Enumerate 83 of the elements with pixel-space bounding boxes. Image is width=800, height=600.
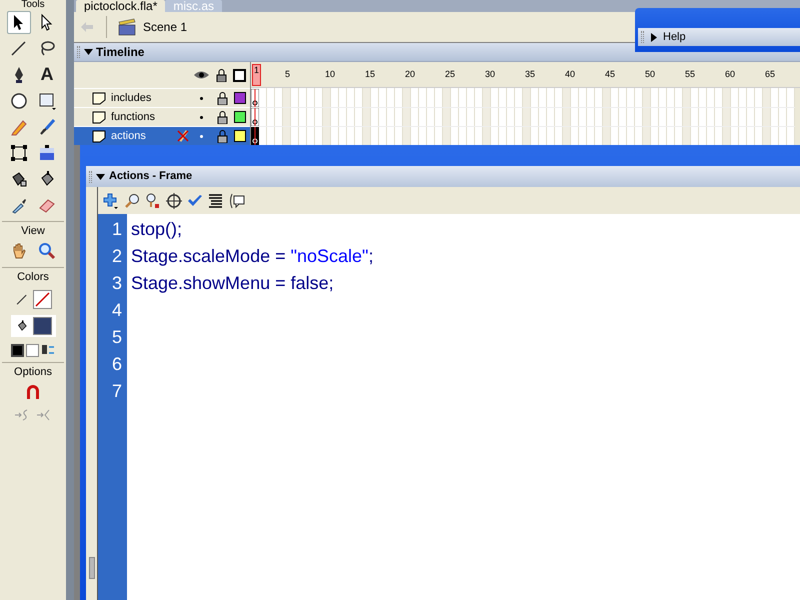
lock-icon[interactable] (217, 92, 228, 104)
layer-page-icon (92, 110, 106, 124)
panel-title: Timeline (96, 44, 144, 61)
frame-number: 5 (285, 69, 290, 79)
panel-title: Tools (21, 0, 45, 10)
gradient-square-icon (37, 142, 57, 162)
stroke-color-swatch[interactable] (32, 290, 52, 309)
code-editor[interactable]: 1 2 3 4 5 6 7 stop(); Stage.scaleMode = "noScale"; Stage.showMenu = false; (98, 214, 800, 600)
expand-triangle-icon[interactable] (650, 32, 658, 42)
line-number: 1 (112, 218, 122, 241)
frame-number: 50 (645, 69, 656, 79)
section-label: View (21, 225, 45, 238)
find-icon[interactable] (124, 193, 140, 209)
layer-color-swatch[interactable] (234, 92, 246, 104)
panel-title: Help (663, 30, 686, 45)
line-number: 6 (112, 353, 122, 376)
frame-number: 45 (605, 69, 616, 79)
layer-color-swatch[interactable] (234, 130, 246, 142)
frame-number: 10 (325, 69, 336, 79)
code-text: ; (368, 245, 374, 268)
code-text: stop(); (131, 218, 182, 241)
line-number: 3 (112, 272, 122, 295)
frame-number: 60 (725, 69, 736, 79)
tool-button[interactable]: A (35, 63, 59, 86)
frame-number: 40 (565, 69, 576, 79)
magnifier-icon (37, 241, 57, 261)
frame-number: 65 (765, 69, 776, 79)
layer-row[interactable]: includes (74, 88, 250, 107)
circle-icon (9, 90, 29, 110)
no-color-button[interactable] (26, 344, 39, 356)
frame-number: 15 (365, 69, 376, 79)
swap-colors-icon[interactable] (41, 343, 55, 357)
lock-icon[interactable] (217, 130, 228, 142)
layer-name: functions (111, 110, 156, 125)
section-label: Options (14, 366, 52, 379)
layer-name: includes (111, 90, 152, 106)
code-string: "noScale" (290, 245, 368, 268)
keyframe[interactable] (251, 108, 259, 126)
rectangle-icon (37, 90, 57, 110)
lock-icon[interactable] (217, 110, 228, 124)
code-hint-icon[interactable] (228, 193, 245, 209)
layer-color-swatch[interactable] (234, 111, 246, 123)
default-colors-button[interactable] (11, 344, 24, 356)
frame-number: 25 (445, 69, 456, 79)
layer-name: actions (111, 128, 147, 144)
keyframe[interactable] (251, 89, 259, 107)
keyframe[interactable] (251, 127, 259, 145)
eye-icon[interactable] (193, 70, 210, 80)
no-color-slash-icon (34, 291, 50, 308)
add-plus-icon[interactable] (102, 192, 119, 210)
document-tab[interactable]: pictoclock.fla* (76, 0, 166, 12)
layer-row[interactable]: functions (74, 107, 250, 126)
frame-number: 30 (485, 69, 496, 79)
playhead[interactable]: 1 (252, 64, 262, 86)
frame-number: 55 (685, 69, 696, 79)
code-text: Stage.showMenu = false; (131, 272, 334, 295)
layer-page-icon (92, 130, 106, 142)
format-lines-icon[interactable] (208, 193, 223, 209)
magnet-icon[interactable] (24, 383, 42, 401)
replace-icon[interactable] (145, 193, 161, 209)
outline-square-icon[interactable] (233, 68, 246, 82)
collapse-triangle-icon[interactable] (84, 48, 93, 56)
line-number: 2 (112, 245, 122, 268)
checkmark-icon[interactable] (187, 194, 203, 208)
layer-page-icon (92, 92, 106, 104)
code-text: Stage.scaleMode = (131, 245, 287, 268)
collapse-triangle-icon[interactable] (96, 172, 105, 180)
frame-number: 20 (405, 69, 416, 79)
line-number: 4 (112, 299, 122, 322)
lock-icon[interactable] (216, 68, 227, 82)
frame-number: 35 (525, 69, 536, 79)
panel-title: Actions - Frame (109, 169, 192, 184)
section-label: Colors (17, 271, 49, 284)
transform-icon (9, 142, 29, 162)
layer-row[interactable]: actions (74, 126, 250, 145)
line-number: 7 (112, 380, 122, 403)
line-number: 5 (112, 326, 122, 349)
clapperboard-icon (117, 18, 137, 36)
collapse-handle[interactable] (89, 557, 95, 579)
scene-label: Scene 1 (143, 19, 188, 36)
fill-color-swatch[interactable] (32, 317, 52, 335)
crosshair-icon[interactable] (166, 193, 182, 209)
tool-button[interactable] (7, 11, 31, 34)
